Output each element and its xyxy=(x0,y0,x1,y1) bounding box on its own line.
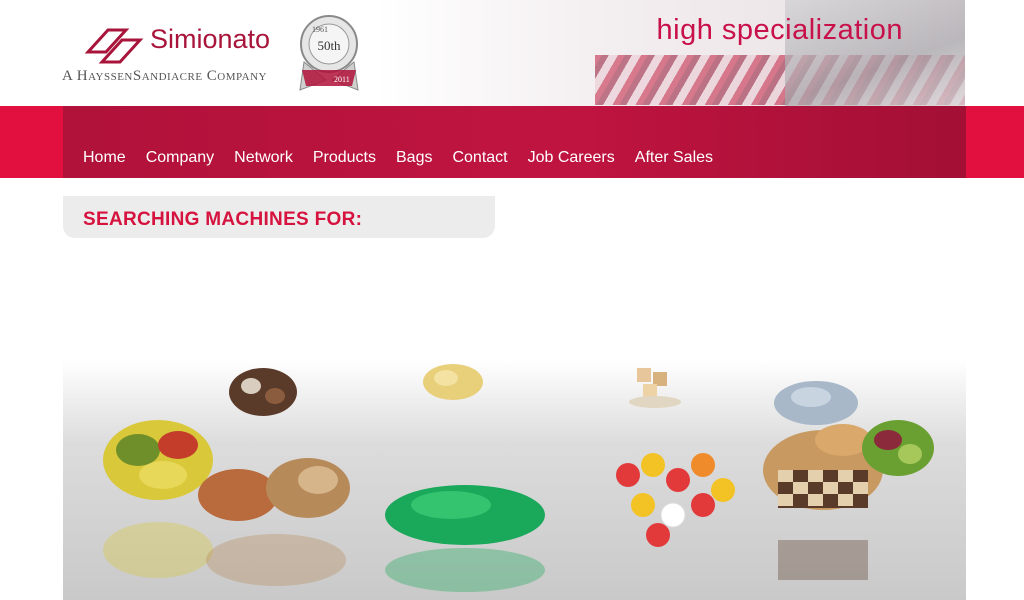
product-showcase xyxy=(63,360,966,600)
navbar xyxy=(0,106,1024,178)
nav-contact[interactable]: Contact xyxy=(452,149,507,167)
header: Simionato A HayssenSandiacre Company 50t… xyxy=(0,0,1024,106)
tagline: high specialization xyxy=(656,14,903,46)
nav-bags[interactable]: Bags xyxy=(396,149,432,167)
anniversary-seal-icon: 50th 1961 2011 xyxy=(299,15,359,91)
green-granules-icon[interactable] xyxy=(381,475,549,545)
nav-products[interactable]: Products xyxy=(313,149,376,167)
brand-subtitle: A HayssenSandiacre Company xyxy=(62,68,267,84)
search-title: SEARCHING MACHINES FOR: xyxy=(83,209,363,230)
nav-home[interactable]: Home xyxy=(83,149,126,167)
logo[interactable]: Simionato A HayssenSandiacre Company 50t… xyxy=(62,10,362,98)
main-nav: Home Company Network Products Bags Conta… xyxy=(83,149,713,167)
nav-job-careers[interactable]: Job Careers xyxy=(528,149,615,167)
hero-banner: high specialization xyxy=(375,0,965,106)
cookies-reflection-icon xyxy=(778,540,868,580)
simionato-logo-mark-icon xyxy=(84,28,144,64)
sugar-cubes-icon[interactable] xyxy=(623,360,687,410)
navbar-inner xyxy=(63,106,966,178)
brand-name: Simionato xyxy=(150,24,271,54)
nav-after-sales[interactable]: After Sales xyxy=(635,149,713,167)
search-panel: SEARCHING MACHINES FOR: xyxy=(63,196,495,238)
nuts-reflection-icon xyxy=(206,534,346,586)
green-granules-reflection-icon xyxy=(385,548,545,592)
nav-network[interactable]: Network xyxy=(234,149,293,167)
nuts-icon[interactable] xyxy=(198,450,353,530)
chips-icon[interactable] xyxy=(418,360,488,405)
seal-start-year: 1961 xyxy=(312,25,328,34)
salad-icon[interactable] xyxy=(858,410,938,480)
gummy-bears-icon[interactable] xyxy=(598,435,748,555)
seal-end-year: 2011 xyxy=(334,75,350,84)
seal-label: 50th xyxy=(317,38,341,53)
nav-company[interactable]: Company xyxy=(146,149,214,167)
chocolates-icon[interactable] xyxy=(223,360,303,420)
